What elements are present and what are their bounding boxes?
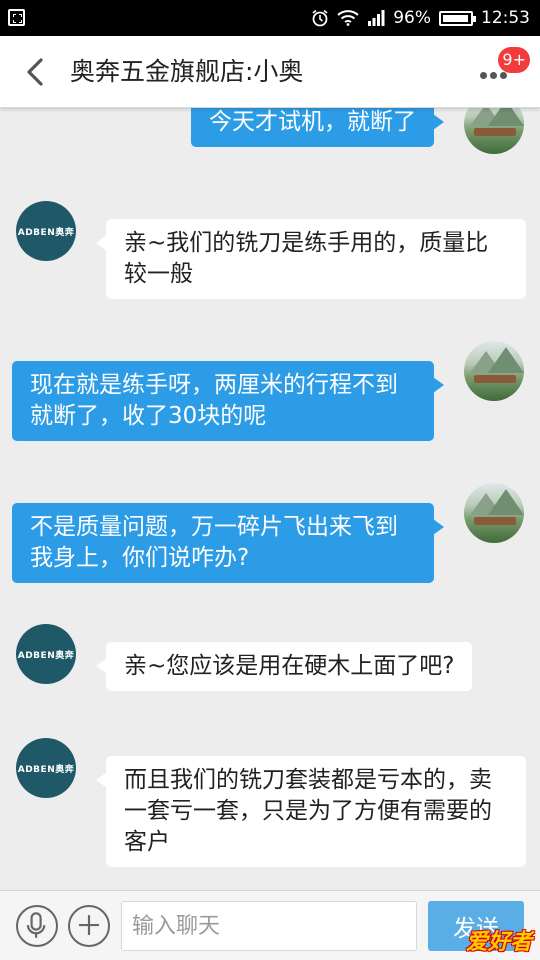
clock: 12:53 (481, 8, 530, 28)
input-bar: 发送 爱好者 (0, 890, 540, 960)
battery-percent: 96% (393, 8, 431, 28)
message-bubble-outgoing[interactable]: 今天才试机，就断了 (191, 108, 444, 147)
user-avatar[interactable] (464, 341, 524, 401)
status-right: 96% 12:53 (311, 0, 530, 36)
message-bubble-outgoing[interactable]: 现在就是练手呀，两厘米的行程不到就断了，收了30块的呢 (12, 361, 444, 441)
chat-input[interactable] (121, 901, 417, 951)
battery-icon (439, 10, 476, 26)
shop-logo: ADBEN奥奔 (17, 765, 75, 775)
notification-badge: 9+ (498, 47, 530, 73)
signal-icon (368, 10, 385, 26)
shop-logo: ADBEN奥奔 (17, 228, 75, 238)
status-bar: 96% 12:53 (0, 0, 540, 36)
shop-avatar[interactable]: ADBEN奥奔 (16, 738, 76, 798)
microphone-icon[interactable] (16, 905, 58, 947)
shop-avatar[interactable]: ADBEN奥奔 (16, 624, 76, 684)
alarm-icon (312, 9, 328, 27)
chevron-left-icon[interactable] (18, 54, 54, 90)
shop-avatar[interactable]: ADBEN奥奔 (16, 201, 76, 261)
message-bubble-incoming[interactable]: 亲~我们的铣刀是练手用的，质量比较一般 (96, 219, 526, 299)
message-bubble-incoming[interactable]: 而且我们的铣刀套装都是亏本的，卖一套亏一套，只是为了方便有需要的客户 (96, 756, 526, 867)
plus-icon[interactable] (68, 905, 110, 947)
screenshot-icon (8, 9, 25, 26)
shop-logo: ADBEN奥奔 (17, 651, 75, 661)
page-title: 奥奔五金旗舰店:小奥 (70, 57, 304, 86)
user-avatar[interactable] (464, 108, 524, 154)
chat-header: 奥奔五金旗舰店:小奥 9+ (0, 36, 540, 108)
watermark-logo: 爱好者 (465, 930, 532, 955)
user-avatar[interactable] (464, 483, 524, 543)
message-bubble-outgoing[interactable]: 不是质量问题，万一碎片飞出来飞到我身上，你们说咋办? (12, 503, 444, 583)
message-list[interactable]: 今天才试机，就断了 ADBEN奥奔 亲~我们的铣刀是练手用的，质量比较一般 现在… (0, 108, 540, 890)
wifi-icon (337, 10, 359, 26)
message-bubble-incoming[interactable]: 亲~您应该是用在硬木上面了吧? (95, 642, 473, 691)
